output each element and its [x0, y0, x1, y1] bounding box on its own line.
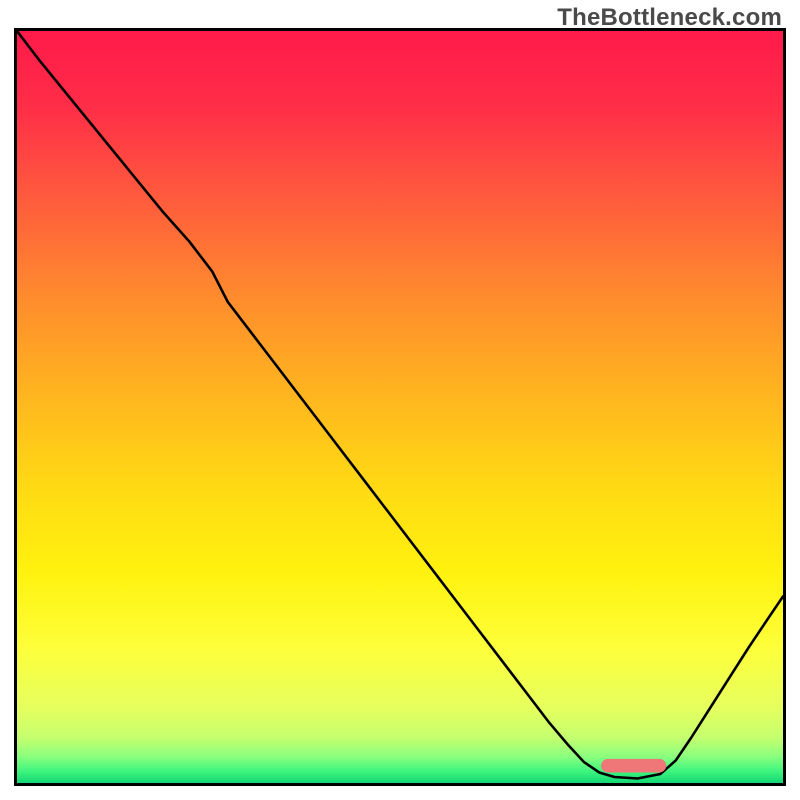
chart-frame: TheBottleneck.com	[0, 0, 800, 800]
gradient-background	[17, 31, 783, 783]
optimal-marker	[601, 759, 666, 773]
chart-svg	[17, 31, 783, 783]
plot-area	[14, 28, 786, 786]
